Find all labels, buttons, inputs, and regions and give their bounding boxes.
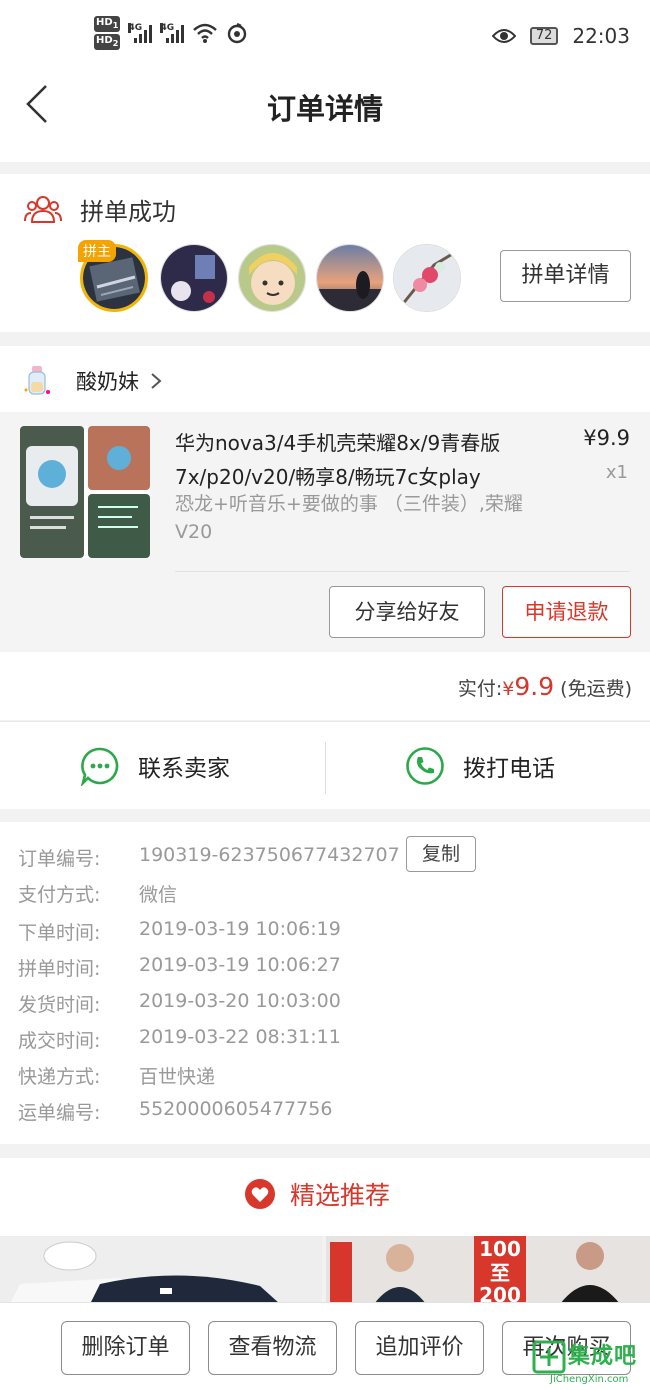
view-logistics-button[interactable]: 查看物流 <box>208 1321 337 1375</box>
hd-indicators: HD1 HD2 <box>94 16 121 50</box>
hd1-badge: HD1 <box>94 16 121 32</box>
group-detail-button[interactable]: 拼单详情 <box>500 250 631 302</box>
shipping-note: (免运费) <box>560 678 632 700</box>
product-thumbnail[interactable] <box>20 426 150 558</box>
signal-2-icon: 4G <box>160 23 185 43</box>
info-row: 订单编号: 190319-623750677432707 <box>18 844 400 870</box>
payment-currency: ¥ <box>502 678 515 700</box>
eye-icon <box>491 29 516 43</box>
avatar[interactable] <box>238 244 306 312</box>
recommend-images[interactable]: 100 至 200 <box>0 1236 650 1304</box>
payment-row: 实付:¥9.9 (免运费) <box>0 652 650 720</box>
delete-order-button[interactable]: 删除订单 <box>61 1321 190 1375</box>
group-status: 拼单成功 <box>80 198 176 226</box>
info-row: 运单编号: 5520000605477756 <box>18 1098 333 1124</box>
product-area: 华为nova3/4手机壳荣耀8x/9青春版7x/p20/v20/畅享8/畅玩7c… <box>0 412 650 652</box>
hd2-badge: HD2 <box>94 34 121 50</box>
payment-amount: 9.9 <box>514 672 555 701</box>
wifi-icon <box>193 23 218 43</box>
watermark-text: 集成吧 <box>568 1344 638 1369</box>
product-title[interactable]: 华为nova3/4手机壳荣耀8x/9青春版7x/p20/v20/畅享8/畅玩7c… <box>175 426 550 494</box>
share-button[interactable]: 分享给好友 <box>329 586 485 638</box>
info-row: 成交时间: 2019-03-22 08:31:11 <box>18 1026 341 1052</box>
promo-bottom: 200 <box>479 1283 521 1304</box>
shop-name: 酸奶妹 <box>76 370 139 394</box>
avatar[interactable] <box>316 244 384 312</box>
battery-indicator: 72 <box>529 27 559 45</box>
nav-bar: 订单详情 <box>0 70 650 162</box>
call-phone-button[interactable]: 拨打电话 <box>405 746 555 786</box>
order-info-card: 订单编号: 190319-623750677432707 复制 支付方式: 微信 下… <box>0 822 650 1144</box>
contact-seller-label: 联系卖家 <box>138 756 230 782</box>
call-phone-label: 拨打电话 <box>463 756 555 782</box>
info-row: 快递方式: 百世快递 <box>18 1066 216 1088</box>
clock: 22:03 <box>572 24 630 48</box>
group-people-icon <box>24 196 62 223</box>
product-spec: 恐龙+听音乐+要做的事 （三件装）,荣耀V20 <box>175 493 523 543</box>
recommend-product-images[interactable]: 100 至 200 <box>0 1236 650 1304</box>
add-review-button[interactable]: 追加评价 <box>355 1321 484 1375</box>
product-price: ¥9.9 <box>583 426 630 450</box>
divider <box>325 742 326 794</box>
recommend-title: 精选推荐 <box>244 1176 390 1212</box>
product-quantity: x1 <box>605 462 628 483</box>
info-row: 下单时间: 2019-03-19 10:06:19 <box>18 918 341 944</box>
chevron-right-icon <box>151 373 162 389</box>
promo-mid: 至 <box>490 1261 510 1285</box>
contact-seller-button[interactable]: 联系卖家 <box>80 746 230 786</box>
divider <box>175 571 630 572</box>
shop-avatar-icon <box>24 366 50 395</box>
status-right: 72 22:03 <box>491 24 630 48</box>
payment-summary: 实付:¥9.9 (免运费) <box>458 672 632 701</box>
heart-icon <box>245 1179 275 1209</box>
avatar[interactable] <box>393 244 461 312</box>
shop-row[interactable]: 酸奶妹 <box>0 346 650 412</box>
refund-button[interactable]: 申请退款 <box>502 586 631 638</box>
chat-icon <box>80 747 119 786</box>
promo-top: 100 <box>479 1237 521 1261</box>
payment-label: 实付: <box>457 678 503 700</box>
copy-button[interactable]: 复制 <box>406 836 476 872</box>
hotspot-icon <box>228 22 247 44</box>
avatar[interactable] <box>160 244 228 312</box>
info-row: 发货时间: 2019-03-20 10:03:00 <box>18 990 341 1016</box>
status-left: HD1 HD2 4G 4G <box>94 16 248 50</box>
status-bar: HD1 HD2 4G 4G 72 22:03 <box>0 0 650 70</box>
page-title: 订单详情 <box>266 92 383 126</box>
contact-row: 联系卖家 拨打电话 <box>0 721 650 809</box>
recommend-header: 精选推荐 <box>0 1158 650 1236</box>
watermark-sub: JiChengXin.com <box>550 1374 629 1385</box>
info-row: 支付方式: 微信 <box>18 884 178 906</box>
phone-icon <box>406 747 444 785</box>
host-badge: 拼主 <box>78 240 116 262</box>
signal-1-icon: 4G <box>128 23 153 43</box>
info-row: 拼单时间: 2019-03-19 10:06:27 <box>18 954 341 980</box>
